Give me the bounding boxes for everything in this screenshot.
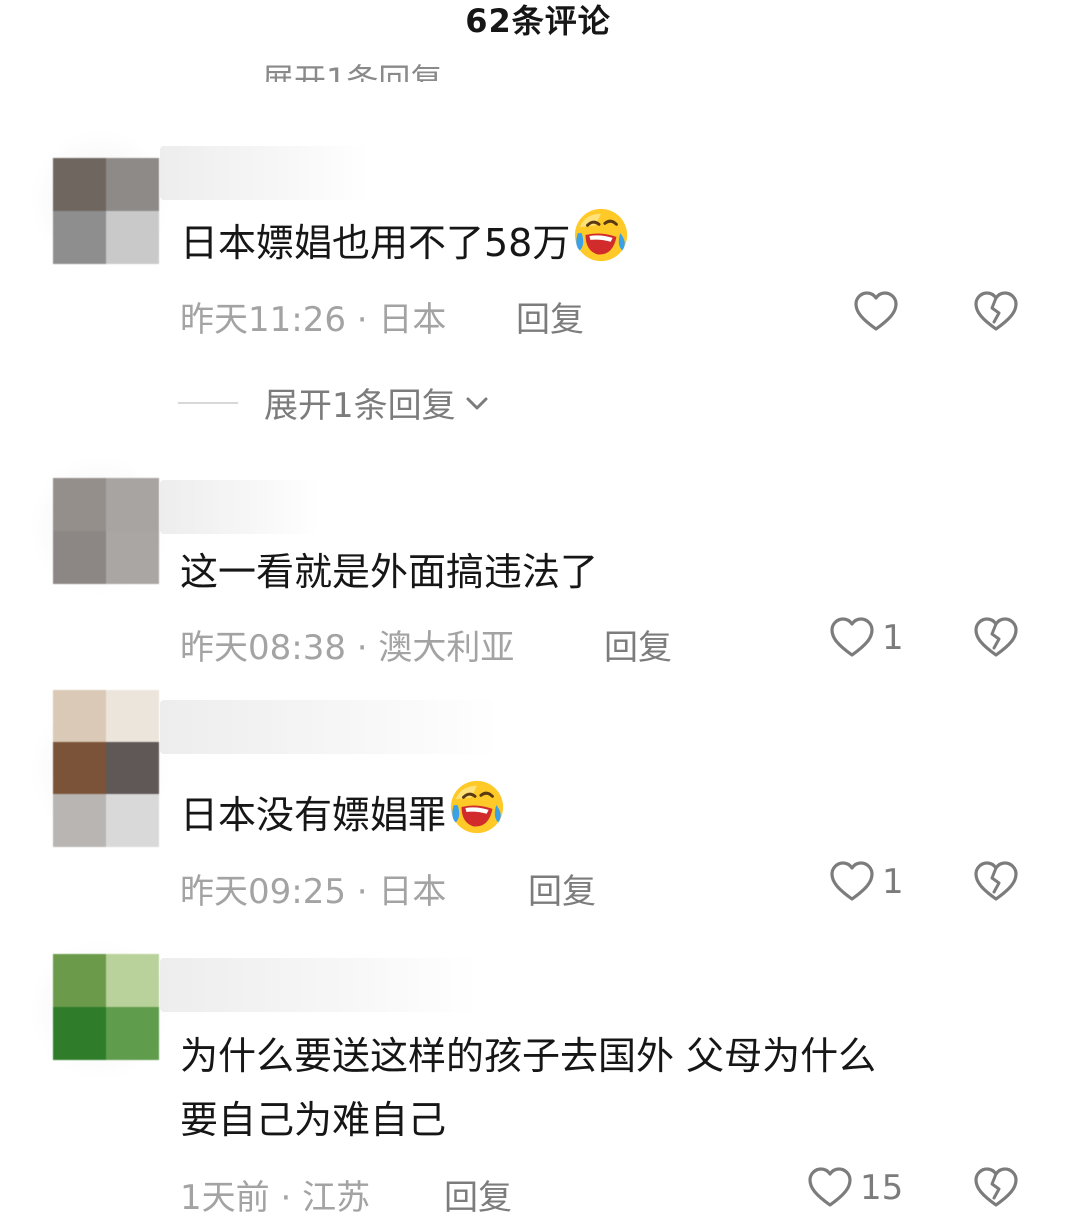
heart-outline-icon xyxy=(806,1164,854,1212)
chevron-down-icon xyxy=(466,397,488,409)
comment-meta: 昨天09:25 · 日本 xyxy=(180,872,447,912)
expand-replies-button[interactable]: 展开1条回复 xyxy=(178,378,492,427)
dislike-button[interactable] xyxy=(972,614,1020,666)
broken-heart-icon xyxy=(972,614,1020,662)
comment-text: 日本嫖娼也用不了58万 xyxy=(180,206,630,275)
like-count: 1 xyxy=(882,618,904,658)
like-button[interactable]: 1 xyxy=(828,858,904,906)
avatar[interactable] xyxy=(53,478,159,584)
heart-outline-icon xyxy=(852,288,900,336)
reply-button[interactable]: 回复 xyxy=(604,620,672,669)
heart-outline-icon xyxy=(828,858,876,906)
dislike-button[interactable] xyxy=(972,1164,1020,1216)
like-button[interactable] xyxy=(852,288,900,336)
reply-button[interactable]: 回复 xyxy=(528,864,596,913)
username-redacted[interactable] xyxy=(160,480,320,534)
heart-outline-icon xyxy=(828,614,876,662)
comments-count-title: 62条评论 xyxy=(465,2,611,40)
like-button[interactable]: 15 xyxy=(806,1164,903,1212)
dislike-button[interactable] xyxy=(972,858,1020,910)
like-count: 1 xyxy=(882,862,904,902)
expand-replies-label: 展开1条回复 xyxy=(264,386,456,426)
username-redacted[interactable] xyxy=(160,146,370,200)
reply-button[interactable]: 回复 xyxy=(516,292,584,341)
laughing-crying-emoji-icon xyxy=(572,206,630,264)
username-redacted[interactable] xyxy=(160,958,480,1012)
dislike-button[interactable] xyxy=(972,288,1020,340)
laughing-crying-emoji-icon xyxy=(448,778,506,836)
comment-text: 日本没有嫖娼罪 xyxy=(180,778,506,847)
username-redacted[interactable] xyxy=(160,700,500,754)
expand-replies-link-partial[interactable]: 展开1条回复 xyxy=(262,58,442,82)
avatar[interactable] xyxy=(53,158,159,264)
broken-heart-icon xyxy=(972,1164,1020,1212)
broken-heart-icon xyxy=(972,288,1020,336)
comment-meta: 昨天08:38 · 澳大利亚 xyxy=(180,628,515,668)
like-button[interactable]: 1 xyxy=(828,614,904,662)
divider-line xyxy=(178,401,238,404)
comment-text: 这一看就是外面搞违法了 xyxy=(180,550,599,594)
avatar[interactable] xyxy=(53,690,159,847)
broken-heart-icon xyxy=(972,858,1020,906)
avatar[interactable] xyxy=(53,954,159,1060)
comment-text: 要自己为难自己 xyxy=(180,1098,447,1142)
comment-meta: 昨天11:26 · 日本 xyxy=(180,300,447,340)
like-count: 15 xyxy=(860,1168,904,1208)
comment-text: 为什么要送这样的孩子去国外 父母为什么 xyxy=(180,1034,877,1078)
